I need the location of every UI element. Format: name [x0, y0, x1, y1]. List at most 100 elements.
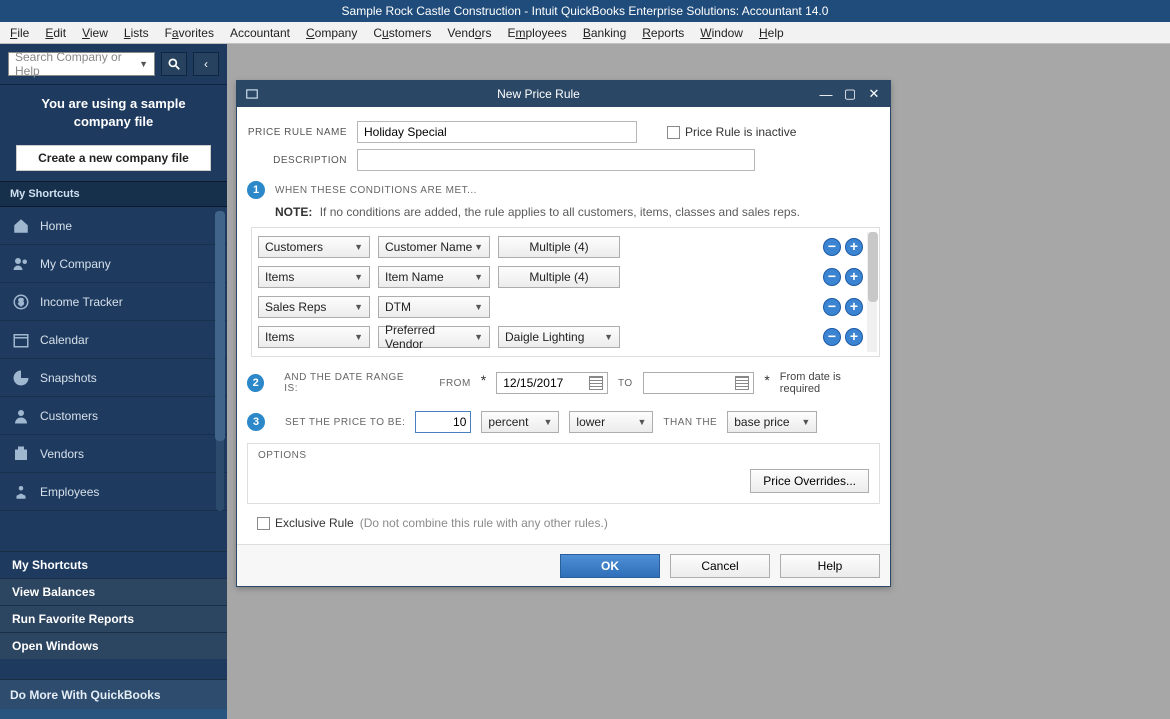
condition-field-value: DTM: [385, 300, 411, 314]
app-title-bar: Sample Rock Castle Construction - Intuit…: [0, 0, 1170, 22]
description-input[interactable]: [357, 149, 755, 171]
step-3-badge: 3: [247, 413, 265, 431]
minimize-button[interactable]: —: [818, 87, 834, 101]
remove-condition-button[interactable]: −: [823, 238, 841, 256]
condition-type-combo[interactable]: Items▼: [258, 266, 370, 288]
step-1-label: WHEN THESE CONDITIONS ARE MET...: [275, 185, 477, 196]
condition-value: Daigle Lighting: [505, 330, 584, 344]
price-direction-combo[interactable]: lower▼: [569, 411, 653, 433]
remove-condition-button[interactable]: −: [823, 328, 841, 346]
sidebar-item-label: Home: [40, 219, 72, 233]
dialog-titlebar[interactable]: New Price Rule — ▢ ✕: [237, 81, 890, 107]
price-overrides-button[interactable]: Price Overrides...: [750, 469, 869, 493]
add-condition-button[interactable]: +: [845, 298, 863, 316]
menu-vendors[interactable]: Vendors: [447, 26, 491, 40]
condition-value-button[interactable]: Multiple (4): [498, 266, 620, 288]
search-input[interactable]: Search Company or Help ▼: [8, 52, 155, 76]
condition-type-combo[interactable]: Items▼: [258, 326, 370, 348]
condition-value-combo[interactable]: Daigle Lighting▼: [498, 326, 620, 348]
rule-name-input[interactable]: [357, 121, 637, 143]
add-condition-button[interactable]: +: [845, 268, 863, 286]
sidebar-item-snapshots[interactable]: Snapshots: [0, 359, 227, 397]
condition-type-combo[interactable]: Sales Reps▼: [258, 296, 370, 318]
menu-company[interactable]: Company: [306, 26, 357, 40]
ok-button[interactable]: OK: [560, 554, 660, 578]
search-button[interactable]: [161, 52, 187, 76]
sidebar-item-customers[interactable]: Customers: [0, 397, 227, 435]
sidebar-item-calendar[interactable]: Calendar: [0, 321, 227, 359]
chevron-down-icon: ▼: [354, 302, 363, 312]
condition-value: Multiple (4): [529, 240, 588, 254]
price-amount-input[interactable]: [415, 411, 471, 433]
sidebar-item-label: Customers: [40, 409, 98, 423]
menu-edit[interactable]: Edit: [45, 26, 66, 40]
sidebar-item-label: Calendar: [40, 333, 89, 347]
price-unit-combo[interactable]: percent▼: [481, 411, 559, 433]
condition-field-combo[interactable]: DTM▼: [378, 296, 490, 318]
menu-file[interactable]: File: [10, 26, 29, 40]
bottom-tab-my-shortcuts[interactable]: My Shortcuts: [0, 551, 227, 578]
conditions-scrollbar-thumb[interactable]: [868, 232, 878, 302]
condition-row: Sales Reps▼DTM▼−+: [258, 292, 875, 322]
bottom-tab-run-reports[interactable]: Run Favorite Reports: [0, 605, 227, 632]
inactive-label: Price Rule is inactive: [685, 125, 796, 139]
sidebar-item-home[interactable]: Home: [0, 207, 227, 245]
menu-banking[interactable]: Banking: [583, 26, 626, 40]
collapse-sidebar-button[interactable]: ‹: [193, 52, 219, 76]
sidebar-item-employees[interactable]: Employees: [0, 473, 227, 511]
price-unit-value: percent: [488, 415, 528, 429]
condition-type-combo[interactable]: Customers ▼: [258, 236, 370, 258]
sidebar-item-my-company[interactable]: My Company: [0, 245, 227, 283]
menu-employees[interactable]: Employees: [507, 26, 566, 40]
menu-help[interactable]: Help: [759, 26, 784, 40]
sidebar-scrollbar-thumb[interactable]: [215, 211, 225, 441]
sidebar-item-label: Income Tracker: [40, 295, 123, 309]
exclusive-checkbox[interactable]: [257, 517, 270, 530]
condition-field-combo[interactable]: Customer Name▼: [378, 236, 490, 258]
step-2-label: AND THE DATE RANGE IS:: [284, 372, 415, 394]
from-date-input[interactable]: 12/15/2017: [496, 372, 608, 394]
sidebar-item-label: Snapshots: [40, 371, 97, 385]
maximize-button[interactable]: ▢: [842, 87, 858, 101]
bottom-tab-view-balances[interactable]: View Balances: [0, 578, 227, 605]
close-button[interactable]: ✕: [866, 87, 882, 101]
sidebar-item-income-tracker[interactable]: $ Income Tracker: [0, 283, 227, 321]
menu-view[interactable]: View: [82, 26, 108, 40]
menu-accountant[interactable]: Accountant: [230, 26, 290, 40]
price-base-combo[interactable]: base price▼: [727, 411, 817, 433]
add-condition-button[interactable]: +: [845, 328, 863, 346]
promo-bar[interactable]: Do More With QuickBooks: [0, 679, 227, 709]
than-the-label: THAN THE: [663, 417, 717, 428]
menu-customers[interactable]: Customers: [373, 26, 431, 40]
exclusive-description: (Do not combine this rule with any other…: [360, 516, 608, 530]
menu-reports[interactable]: Reports: [642, 26, 684, 40]
window-menu-icon[interactable]: [245, 87, 259, 101]
remove-condition-button[interactable]: −: [823, 268, 841, 286]
chevron-down-icon: ▼: [354, 242, 363, 252]
to-date-input[interactable]: [643, 372, 755, 394]
condition-type-value: Items: [265, 270, 294, 284]
inactive-checkbox[interactable]: [667, 126, 680, 139]
label-description: DESCRIPTION: [247, 155, 357, 166]
bottom-tab-open-windows[interactable]: Open Windows: [0, 632, 227, 659]
condition-value-button[interactable]: Multiple (4): [498, 236, 620, 258]
vendor-icon: [12, 445, 30, 463]
calendar-icon[interactable]: [589, 376, 603, 390]
step-3-label: SET THE PRICE TO BE:: [285, 417, 405, 428]
calendar-icon[interactable]: [735, 376, 749, 390]
menu-lists[interactable]: Lists: [124, 26, 149, 40]
condition-field-combo[interactable]: Item Name▼: [378, 266, 490, 288]
help-button[interactable]: Help: [780, 554, 880, 578]
cancel-button[interactable]: Cancel: [670, 554, 770, 578]
dialog-footer: OK Cancel Help: [237, 544, 890, 586]
remove-condition-button[interactable]: −: [823, 298, 841, 316]
condition-type-value: Customers: [265, 240, 323, 254]
menu-favorites[interactable]: Favorites: [165, 26, 214, 40]
menu-window[interactable]: Window: [700, 26, 743, 40]
sidebar-item-vendors[interactable]: Vendors: [0, 435, 227, 473]
note-text: If no conditions are added, the rule app…: [320, 205, 800, 219]
condition-field-combo[interactable]: Preferred Vendor▼: [378, 326, 490, 348]
add-condition-button[interactable]: +: [845, 238, 863, 256]
sidebar-item-label: Employees: [40, 485, 99, 499]
create-company-button[interactable]: Create a new company file: [16, 145, 211, 171]
